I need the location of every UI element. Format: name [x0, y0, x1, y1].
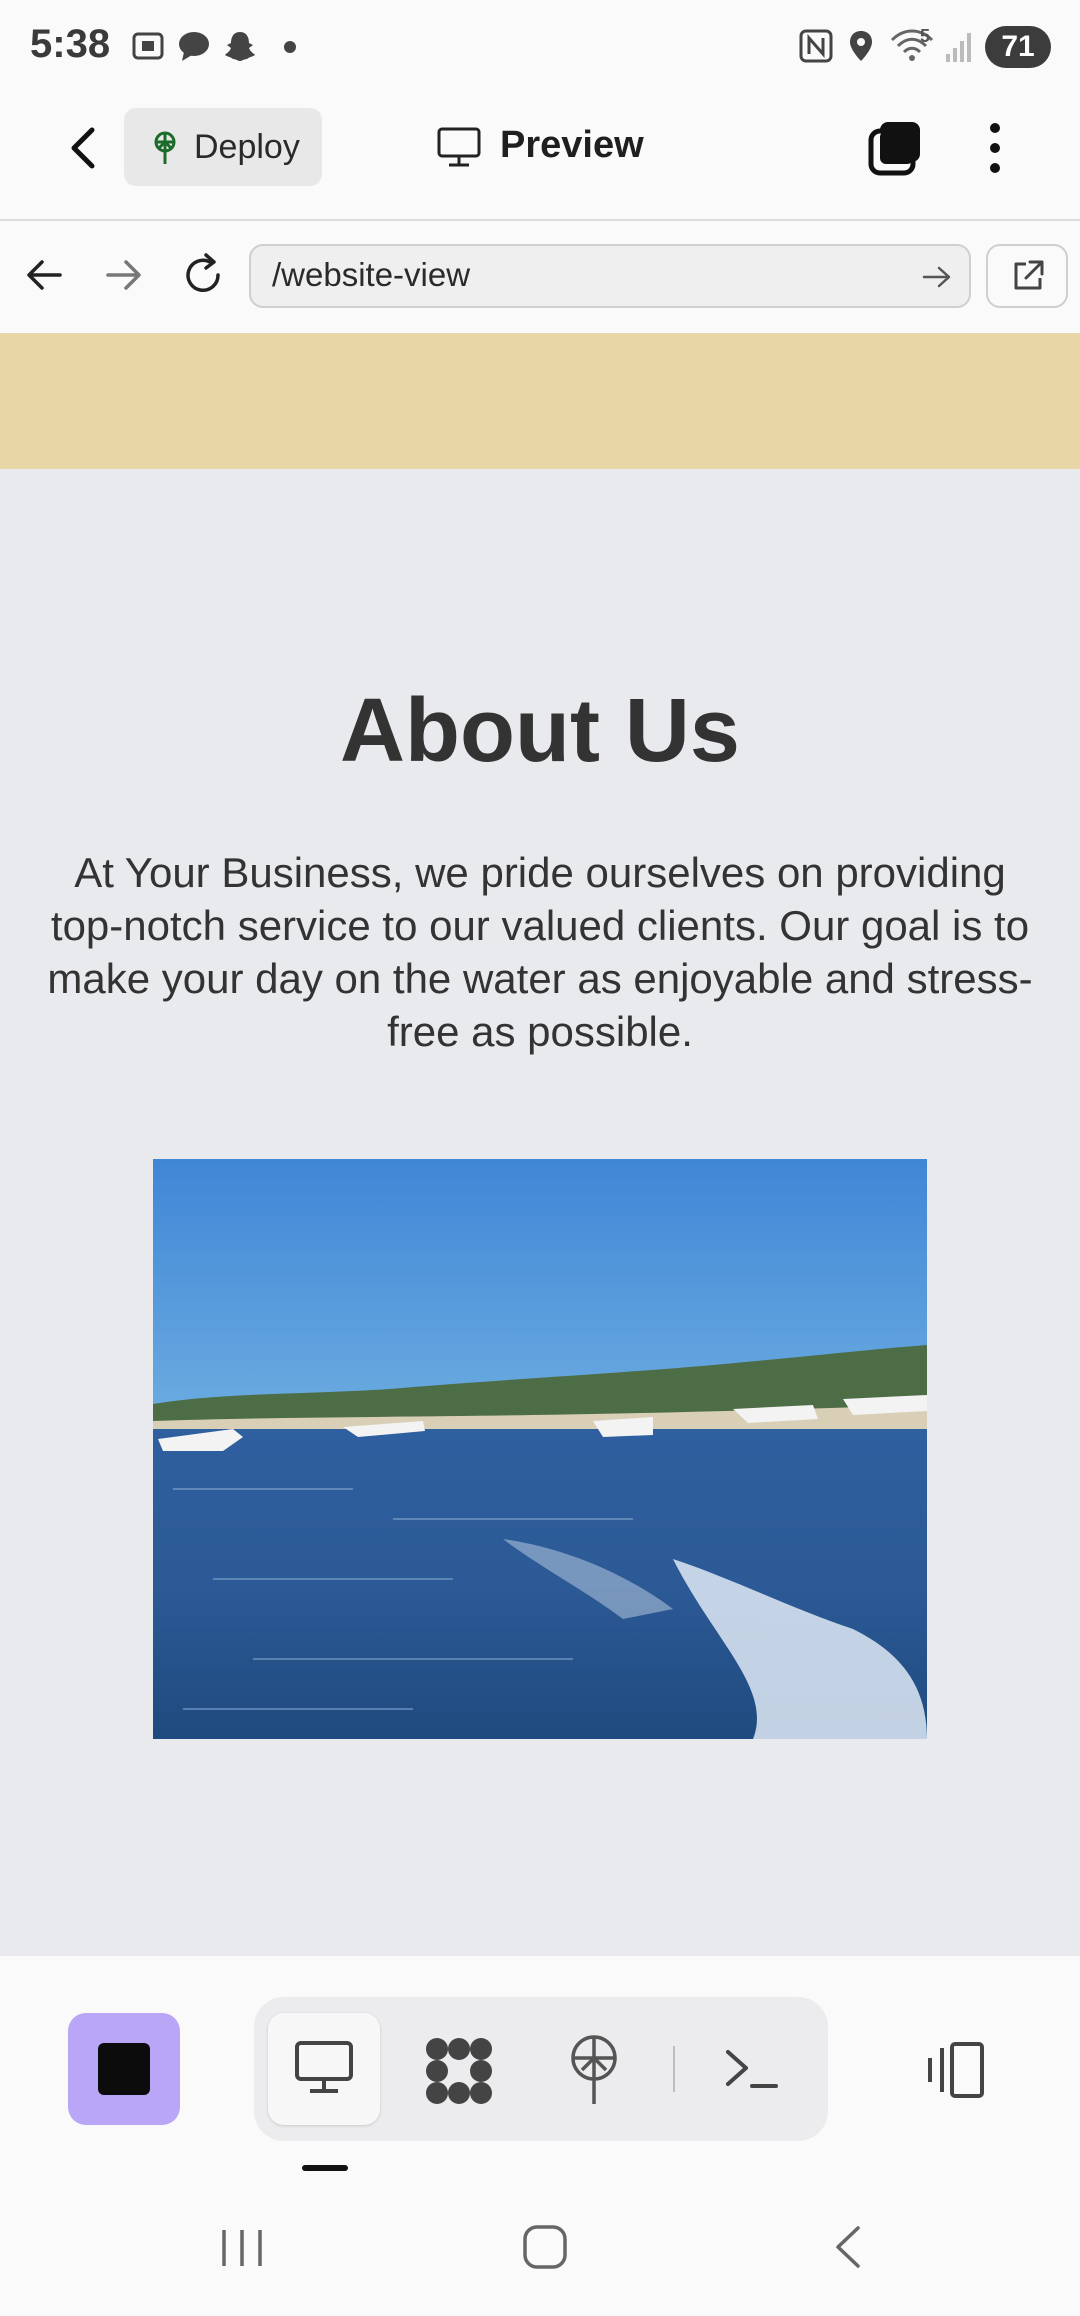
reload-icon[interactable] [178, 250, 228, 300]
snapchat-icon [225, 32, 255, 61]
screenshot-icon [132, 32, 164, 60]
kebab-menu-icon[interactable] [975, 118, 1015, 178]
location-icon [850, 31, 872, 61]
desktop-icon [295, 2041, 353, 2093]
open-external-icon [1014, 260, 1044, 290]
preview-title: Preview [500, 124, 644, 166]
tabs-icon[interactable] [866, 118, 926, 178]
status-time: 5:38 [30, 22, 111, 66]
grid-icon[interactable] [424, 2036, 494, 2106]
url-text: /website-view [272, 256, 471, 293]
forward-arrow-icon[interactable] [100, 252, 146, 298]
site-header-banner [0, 333, 1080, 469]
toolbar-divider [673, 2046, 675, 2092]
terminal-icon[interactable] [722, 2044, 782, 2094]
sandbar-boats-photo [153, 1159, 927, 1739]
stop-icon [98, 2043, 150, 2095]
battery-indicator: 71 [985, 26, 1051, 68]
monitor-icon [437, 127, 481, 167]
deploy-label: Deploy [194, 128, 300, 166]
go-arrow-icon[interactable] [920, 262, 954, 292]
recents-icon[interactable] [218, 2226, 266, 2270]
chat-bubble-icon [179, 32, 209, 61]
home-icon[interactable] [520, 2222, 570, 2272]
system-back-icon[interactable] [826, 2222, 872, 2272]
deploy-tab-icon[interactable] [564, 2034, 624, 2106]
deploy-icon [154, 131, 176, 164]
nfc-icon [799, 29, 833, 63]
active-tab-indicator [302, 2165, 348, 2171]
back-arrow-icon[interactable] [22, 252, 68, 298]
dot-icon [284, 41, 296, 53]
network-type-label: 5 [920, 26, 931, 46]
panel-toggle-icon[interactable] [920, 2038, 990, 2102]
signal-icon [946, 33, 971, 62]
about-paragraph: At Your Business, we pride ourselves on … [47, 849, 1033, 1055]
about-heading: About Us [340, 681, 740, 781]
back-chevron-icon[interactable] [58, 118, 108, 178]
